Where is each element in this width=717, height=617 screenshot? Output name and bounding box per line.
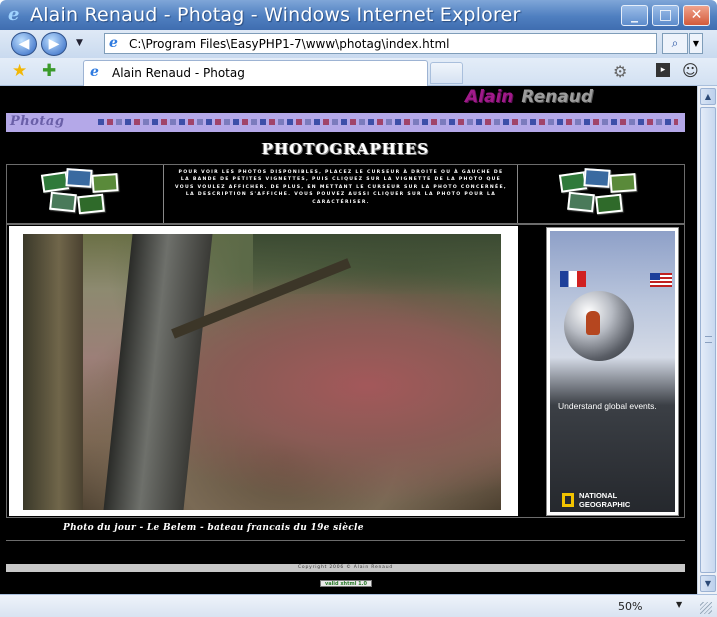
thumbnail[interactable]: [77, 193, 105, 215]
decorative-squares: [98, 119, 678, 125]
search-icon[interactable]: ⌕: [662, 33, 688, 54]
ie-logo-icon: e: [8, 4, 20, 25]
tab-alain-renaud-photag[interactable]: e Alain Renaud - Photag: [83, 60, 428, 86]
web-page: Alain Renaud Photag PHOTOGRAPHIES Pour vo…: [5, 86, 686, 594]
ad-brand-line2: GEOGRAPHIC: [579, 499, 631, 509]
add-favorites-icon[interactable]: ✚: [42, 61, 56, 81]
photo-trunk: [23, 234, 83, 510]
thumbnail[interactable]: [65, 168, 93, 188]
flag-icon: [560, 271, 586, 287]
scroll-down-arrow-icon[interactable]: ▼: [700, 575, 716, 592]
resize-grip-icon[interactable]: [700, 602, 712, 614]
featured-photo[interactable]: [23, 234, 501, 510]
thumbnail[interactable]: [91, 173, 119, 193]
instructions-text: Pour voir les photos disponibles, placez…: [175, 170, 507, 205]
thumbnail[interactable]: [567, 191, 595, 213]
address-url[interactable]: C:\Program Files\EasyPHP1-7\www\photag\i…: [129, 36, 449, 52]
address-input[interactable]: e C:\Program Files\EasyPHP1-7\www\photag…: [104, 33, 657, 54]
page-heading: PHOTOGRAPHIES: [261, 140, 430, 158]
address-toolbar: ◀ ▶ ▼ e C:\Program Files\EasyPHP1-7\www\…: [0, 30, 717, 58]
new-tab-button[interactable]: [430, 62, 463, 84]
photo-frame: [9, 226, 518, 516]
flag-icon: [650, 273, 672, 287]
copyright-bar: Copyright 2006 © Alain Renaud: [6, 564, 685, 572]
photag-logo: Photag: [10, 114, 65, 129]
validation-badge[interactable]: valid xhtml 1.0: [320, 580, 372, 587]
thumbnail-strip-right[interactable]: [558, 168, 640, 219]
browser-viewport: Alain Renaud Photag PHOTOGRAPHIES Pour vo…: [0, 86, 717, 594]
tab-page-icon: e: [90, 64, 99, 80]
thumbnail[interactable]: [583, 168, 611, 188]
zoom-level[interactable]: 50%: [618, 600, 642, 613]
site-brand: Alain Renaud: [465, 87, 593, 107]
window-titlebar: e Alain Renaud - Photag - Windows Intern…: [0, 0, 717, 30]
photo-trunk: [103, 234, 213, 510]
zoom-dropdown-icon[interactable]: ▼: [676, 600, 682, 609]
advertisement-banner[interactable]: Understand global events. NATIONAL GEOGR…: [546, 227, 679, 516]
tab-label: Alain Renaud - Photag: [112, 66, 245, 80]
divider: [163, 165, 164, 223]
recent-pages-dropdown-icon[interactable]: ▼: [76, 38, 83, 48]
instructions-row: Pour voir les photos disponibles, placez…: [6, 164, 685, 224]
thumbnail[interactable]: [49, 191, 77, 213]
page-menu-icon[interactable]: ▸: [656, 63, 670, 77]
minimize-button[interactable]: _: [621, 5, 648, 26]
scrollbar-thumb[interactable]: [700, 107, 716, 573]
status-bar: 50% ▼: [0, 594, 717, 617]
photo-caption: Photo du jour - Le Belem - bateau franca…: [63, 523, 364, 533]
copyright-text: Copyright 2006 © Alain Renaud: [297, 565, 394, 570]
favorites-star-icon[interactable]: ★: [12, 61, 27, 81]
vertical-scrollbar[interactable]: ▲ ▼: [697, 86, 717, 594]
divider: [517, 165, 518, 223]
divider: [6, 540, 685, 541]
thumbnail[interactable]: [595, 193, 623, 215]
header-stripe: Photag: [6, 113, 685, 132]
forward-button[interactable]: ▶: [41, 32, 67, 56]
ad-image[interactable]: Understand global events. NATIONAL GEOGR…: [550, 231, 675, 512]
ad-sphere-image: [564, 291, 634, 361]
page-icon: e: [109, 35, 118, 51]
brand-first-name: Alain: [465, 87, 514, 107]
maximize-button[interactable]: □: [652, 5, 679, 26]
window-title: Alain Renaud - Photag - Windows Internet…: [30, 4, 521, 26]
scroll-up-arrow-icon[interactable]: ▲: [700, 88, 716, 105]
thumbnail[interactable]: [609, 173, 637, 193]
thumbnail-strip-left[interactable]: [40, 168, 122, 219]
ad-brand: NATIONAL GEOGRAPHIC: [579, 491, 631, 509]
tools-icon[interactable]: ☺: [682, 61, 699, 80]
tab-bar: ★ ✚ e Alain Renaud - Photag ⚙ ▸ ☺: [0, 58, 717, 86]
back-button[interactable]: ◀: [11, 32, 37, 56]
grip-icon: [705, 336, 712, 343]
search-dropdown-icon[interactable]: ▼: [689, 33, 703, 54]
brand-last-name: Renaud: [521, 87, 594, 107]
home-icon[interactable]: ⚙: [613, 62, 627, 81]
national-geographic-logo-icon: [562, 493, 574, 507]
close-button[interactable]: ✕: [683, 5, 710, 26]
photo-area: Understand global events. NATIONAL GEOGR…: [6, 224, 685, 518]
ad-headline: Understand global events.: [558, 401, 657, 411]
badge-text: valid xhtml 1.0: [324, 581, 368, 587]
